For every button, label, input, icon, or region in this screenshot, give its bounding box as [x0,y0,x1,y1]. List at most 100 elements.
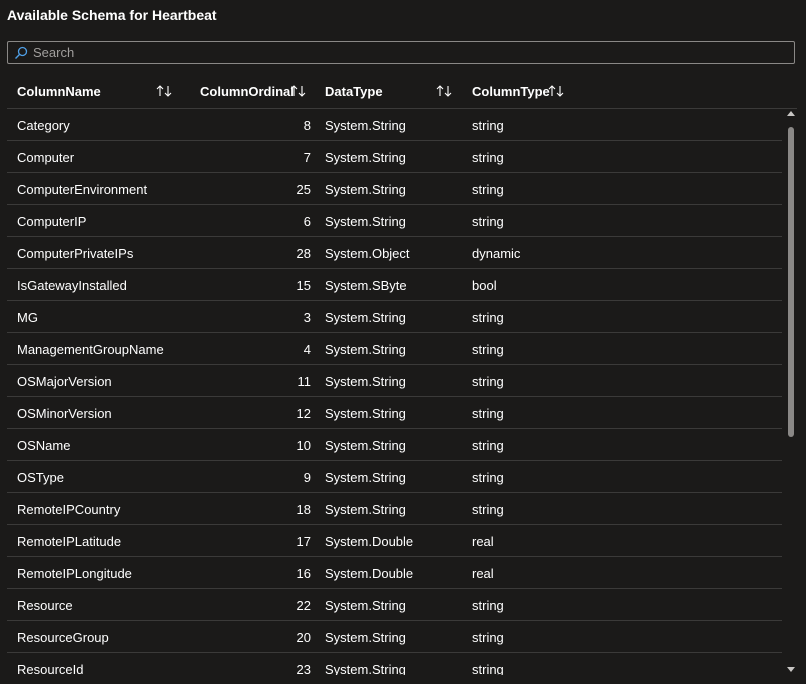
column-type-cell: string [472,406,504,421]
sort-arrows-icon[interactable] [290,84,308,101]
data-type-cell: System.String [325,182,406,197]
column-header-columntype[interactable]: ColumnType [472,73,550,109]
column-ordinal-cell: 23 [296,662,311,675]
table-header: ColumnName ColumnOrdinal DataType Column… [7,73,797,109]
column-name-cell: RemoteIPCountry [17,502,121,517]
column-name-cell: RemoteIPLongitude [17,566,132,581]
table-row[interactable]: OSMinorVersion 12 System.String string [7,397,782,429]
column-type-cell: string [472,150,504,165]
table-row[interactable]: RemoteIPLatitude 17 System.Double real [7,525,782,557]
table-row[interactable]: ResourceGroup 20 System.String string [7,621,782,653]
column-header-columnname[interactable]: ColumnName [17,73,101,109]
table-row[interactable]: ComputerEnvironment 25 System.String string [7,173,782,205]
scroll-down-icon[interactable] [787,665,795,673]
table-row[interactable]: MG 3 System.String string [7,301,782,333]
column-header-datatype[interactable]: DataType [325,73,383,109]
column-ordinal-cell: 8 [303,118,311,133]
column-ordinal-cell: 25 [296,182,311,197]
column-name-cell: RemoteIPLatitude [17,534,122,549]
data-type-cell: System.String [325,630,406,645]
column-type-cell: bool [472,278,497,293]
data-type-cell: System.String [325,374,406,389]
column-name-cell: OSType [17,470,64,485]
table-row[interactable]: Category 8 System.String string [7,109,782,141]
column-header-label: DataType [325,83,383,99]
column-type-cell: string [472,502,504,517]
data-type-cell: System.String [325,406,406,421]
column-name-cell: ComputerIP [17,214,87,229]
schema-table-body: Category 8 System.String string Computer 7 Sys… [7,109,782,675]
column-ordinal-cell: 9 [303,470,311,485]
data-type-cell: System.String [325,438,406,453]
column-name-cell: Category [17,118,70,133]
column-type-cell: string [472,182,504,197]
column-ordinal-cell: 11 [297,374,312,389]
column-type-cell: string [472,374,504,389]
column-type-cell: string [472,662,504,675]
column-name-cell: Resource [17,598,73,613]
column-header-columnordinal[interactable]: ColumnOrdinal [200,73,294,109]
data-type-cell: System.String [325,598,406,613]
column-ordinal-cell: 16 [296,566,311,581]
column-header-label: ColumnOrdinal [200,83,294,99]
table-row[interactable]: Computer 7 System.String string [7,141,782,173]
table-row[interactable]: ResourceId 23 System.String string [7,653,782,675]
data-type-cell: System.Object [325,246,410,261]
search-input[interactable] [33,45,794,60]
table-row[interactable]: OSName 10 System.String string [7,429,782,461]
table-row[interactable]: IsGatewayInstalled 15 System.SByte bool [7,269,782,301]
column-type-cell: string [472,342,504,357]
data-type-cell: System.SByte [325,278,407,293]
column-type-cell: real [472,566,494,581]
search-icon [14,46,28,60]
column-name-cell: ResourceGroup [17,630,109,645]
sort-arrows-icon[interactable] [548,84,566,101]
column-type-cell: string [472,470,504,485]
column-header-label: ColumnName [17,83,101,99]
column-ordinal-cell: 3 [303,310,311,325]
column-header-label: ColumnType [472,83,550,99]
column-ordinal-cell: 28 [296,246,311,261]
column-type-cell: string [472,214,504,229]
scrollbar-thumb[interactable] [788,127,794,437]
column-ordinal-cell: 17 [296,534,311,549]
column-type-cell: string [472,598,504,613]
panel-title: Available Schema for Heartbeat [7,7,217,23]
table-row[interactable]: ManagementGroupName 4 System.String string [7,333,782,365]
data-type-cell: System.String [325,150,406,165]
data-type-cell: System.String [325,310,406,325]
column-name-cell: IsGatewayInstalled [17,278,127,293]
sort-arrows-icon[interactable] [156,84,174,101]
table-row[interactable]: OSMajorVersion 11 System.String string [7,365,782,397]
column-name-cell: ComputerPrivateIPs [17,246,134,261]
sort-arrows-icon[interactable] [436,84,454,101]
column-name-cell: OSName [17,438,71,453]
search-box[interactable] [7,41,795,64]
column-ordinal-cell: 20 [296,630,311,645]
column-type-cell: real [472,534,494,549]
scroll-up-icon[interactable] [787,110,795,118]
column-ordinal-cell: 22 [296,598,311,613]
column-ordinal-cell: 12 [296,406,311,421]
data-type-cell: System.String [325,342,406,357]
column-type-cell: string [472,310,504,325]
column-name-cell: ManagementGroupName [17,342,164,357]
data-type-cell: System.String [325,118,406,133]
data-type-cell: System.Double [325,534,414,549]
table-row[interactable]: RemoteIPLongitude 16 System.Double real [7,557,782,589]
column-type-cell: dynamic [472,246,521,261]
column-ordinal-cell: 15 [296,278,311,293]
table-row[interactable]: Resource 22 System.String string [7,589,782,621]
column-ordinal-cell: 18 [296,502,311,517]
vertical-scrollbar[interactable] [785,109,797,675]
table-row[interactable]: OSType 9 System.String string [7,461,782,493]
column-ordinal-cell: 7 [303,150,311,165]
data-type-cell: System.String [325,662,406,675]
column-name-cell: Computer [17,150,75,165]
table-row[interactable]: ComputerPrivateIPs 28 System.Object dynamic [7,237,782,269]
table-row[interactable]: RemoteIPCountry 18 System.String string [7,493,782,525]
table-row[interactable]: ComputerIP 6 System.String string [7,205,782,237]
column-type-cell: string [472,630,504,645]
column-name-cell: OSMinorVersion [17,406,112,421]
column-name-cell: MG [17,310,38,325]
